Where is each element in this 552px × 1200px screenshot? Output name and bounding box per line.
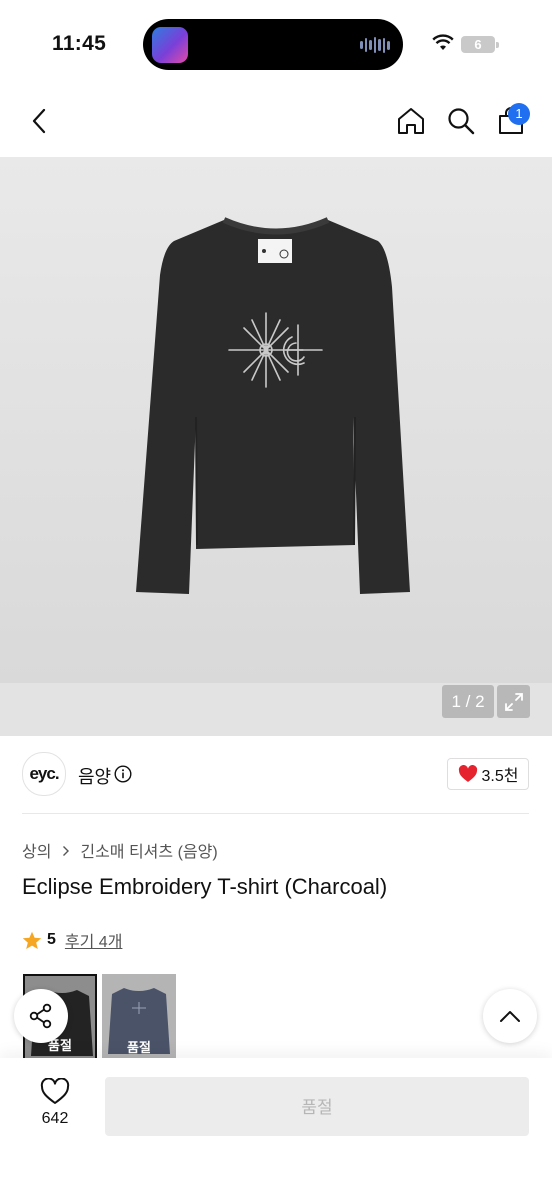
search-icon xyxy=(448,108,475,135)
variant-thumbnail[interactable]: 품절 xyxy=(102,974,176,1060)
soldout-label: 품절 xyxy=(127,1040,151,1055)
brand-like-button[interactable]: 3.5천 xyxy=(447,758,529,790)
expand-icon xyxy=(504,692,523,711)
brand-name[interactable]: 음양 xyxy=(78,763,111,789)
expand-image-button[interactable] xyxy=(497,685,530,718)
brand-logo[interactable]: eyc. xyxy=(22,752,66,796)
scroll-top-button[interactable] xyxy=(483,989,537,1043)
chevron-left-icon xyxy=(32,108,46,134)
star-icon xyxy=(22,931,42,949)
search-button[interactable] xyxy=(444,104,478,138)
home-button[interactable] xyxy=(394,104,428,138)
rating-row[interactable]: 5 후기 4개 xyxy=(22,928,122,952)
purchase-button[interactable]: 품절 xyxy=(105,1077,529,1136)
battery-level: 6 xyxy=(461,36,495,53)
heart-filled-icon xyxy=(458,765,477,782)
back-button[interactable] xyxy=(22,104,56,138)
audio-wave-icon xyxy=(360,36,391,54)
rating-score: 5 xyxy=(47,931,56,948)
status-time: 11:45 xyxy=(52,32,107,55)
wishlist-button[interactable] xyxy=(40,1077,70,1110)
brand-logo-text: eyc. xyxy=(29,764,59,783)
breadcrumb-item[interactable]: 상의 xyxy=(22,844,51,861)
brand-like-count: 3.5천 xyxy=(481,768,519,785)
cart-count-badge: 1 xyxy=(508,103,530,125)
wifi-icon xyxy=(432,34,454,56)
share-icon xyxy=(29,1003,52,1029)
info-icon[interactable] xyxy=(114,765,132,783)
wishlist-count: 642 xyxy=(41,1110,69,1127)
heart-outline-icon xyxy=(40,1077,70,1104)
product-title: Eclipse Embroidery T-shirt (Charcoal) xyxy=(22,874,388,899)
product-image[interactable] xyxy=(0,157,552,683)
chevron-up-icon xyxy=(500,1011,520,1022)
divider xyxy=(22,813,529,814)
chevron-right-icon xyxy=(62,844,70,862)
share-button[interactable] xyxy=(14,989,68,1043)
now-playing-app-icon[interactable] xyxy=(152,27,188,63)
breadcrumb: 상의 긴소매 티셔츠 (음양) xyxy=(22,838,218,862)
home-icon xyxy=(398,108,424,134)
reviews-link[interactable]: 후기 4개 xyxy=(65,928,123,952)
sweater-image xyxy=(136,217,410,594)
battery-nub xyxy=(496,42,499,48)
image-pager: 1 / 2 xyxy=(442,685,494,718)
breadcrumb-item[interactable]: 긴소매 티셔츠 (음양) xyxy=(80,844,217,861)
